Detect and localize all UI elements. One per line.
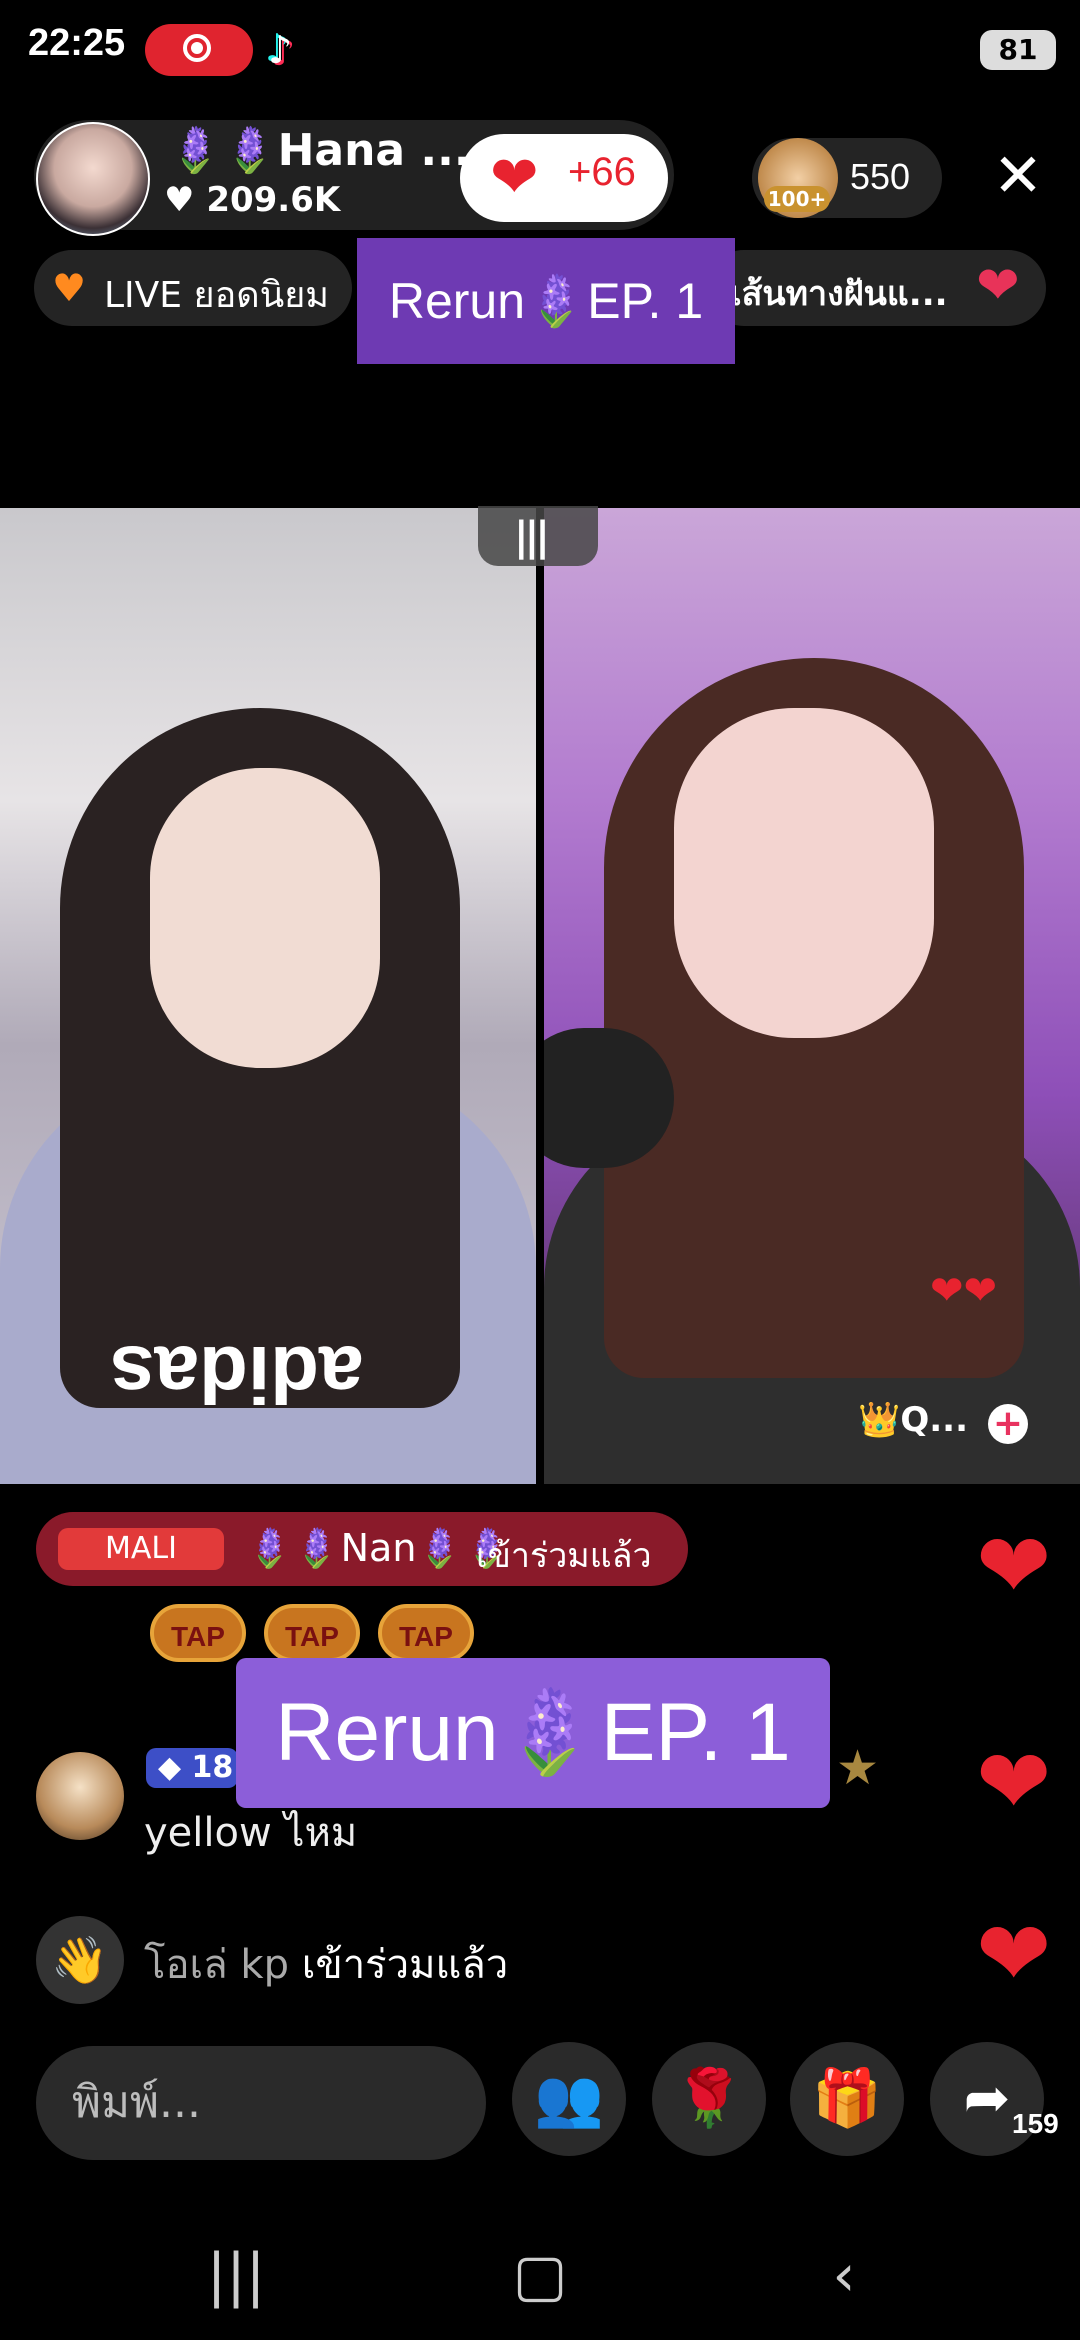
join-name[interactable]: 🪻🪻Nan🪻🪻	[246, 1526, 511, 1571]
follow-add-icon[interactable]: +	[988, 1404, 1028, 1444]
heart-icon: ❤	[490, 143, 539, 211]
rose-icon[interactable]: 🌹	[652, 2042, 766, 2156]
guest-video[interactable]	[544, 508, 1080, 1484]
close-icon[interactable]: ✕	[988, 146, 1048, 206]
record-icon[interactable]	[145, 24, 253, 76]
shirt-logo: adidas	[110, 1330, 364, 1419]
host-name: 🪻🪻Hana ...	[168, 125, 471, 176]
comment-text: yellow ไหม	[144, 1810, 358, 1856]
gift-heart-icon: ❤	[976, 256, 1020, 316]
tap-badge: TAP	[150, 1604, 246, 1662]
live-ranking-pill[interactable]: ♥ LIVE ยอดนิยม	[34, 250, 352, 326]
host-avatar[interactable]	[36, 122, 150, 236]
viewer-badge: 100+	[764, 186, 830, 212]
home-button[interactable]: ▢	[490, 2240, 590, 2310]
battery-indicator: 81	[980, 30, 1056, 70]
rerun-big-label: Rerun🪻EP. 1	[275, 1687, 791, 1778]
like-button[interactable]: ❤ +66	[460, 134, 668, 222]
tap-badge: TAP	[264, 1604, 360, 1662]
live-ranking-label: LIVE ยอดนิยม	[104, 275, 330, 316]
heart-ranking-icon: ♥	[52, 266, 87, 310]
hearts-decoration: ❤❤	[930, 1268, 998, 1314]
recent-apps-button[interactable]: |||	[186, 2240, 286, 2310]
rerun-small-label: Rerun🪻EP. 1	[388, 273, 704, 329]
tap-badge: TAP	[378, 1604, 474, 1662]
star-icon: ★	[836, 1740, 880, 1796]
wave-action: เข้าร่วมแล้ว	[301, 1942, 509, 1988]
floating-heart-icon: ❤	[976, 1902, 1052, 2007]
rerun-overlay-big: Rerun🪻EP. 1	[236, 1658, 830, 1808]
route-pill[interactable]: เส้นทางฝันแ... ❤	[706, 250, 1046, 326]
wave-notice: โอเล่ kp เข้าร่วมแล้ว	[144, 1932, 508, 1996]
host-face	[150, 768, 380, 1068]
tiktok-icon: ♪	[268, 28, 293, 72]
tap-effects: TAP TAP TAP	[150, 1604, 492, 1662]
join-badge: MALI	[58, 1528, 224, 1570]
gift-icon[interactable]: 🎁	[790, 2042, 904, 2156]
host-likes: ♥ 209.6K	[164, 180, 341, 220]
join-notice: MALI 🪻🪻Nan🪻🪻 เข้าร่วมแล้ว	[36, 1512, 688, 1586]
rerun-overlay-small: Rerun🪻EP. 1	[357, 238, 735, 364]
people-icon[interactable]: 👥	[512, 2042, 626, 2156]
wave-icon[interactable]: 👋	[36, 1916, 124, 2004]
audio-level-icon[interactable]: |||	[478, 506, 598, 566]
floating-heart-icon: ❤	[976, 1730, 1052, 1835]
level-badge: ◆ 18	[146, 1748, 238, 1788]
route-label: เส้นทางฝันแ...	[730, 274, 948, 314]
floating-heart-icon: ❤	[976, 1514, 1052, 1619]
share-count: 159	[1012, 2108, 1059, 2139]
like-gain: +66	[568, 150, 636, 194]
commenter-avatar[interactable]	[36, 1752, 124, 1840]
join-action: เข้าร่วมแล้ว	[476, 1536, 652, 1576]
viewer-count: 550	[850, 156, 911, 197]
guest-face	[674, 708, 934, 1038]
back-button[interactable]: ‹	[794, 2240, 894, 2310]
guest-tag[interactable]: 👑Q...	[858, 1400, 968, 1440]
comment-input[interactable]: พิมพ์...	[36, 2046, 486, 2160]
wave-user[interactable]: โอเล่ kp	[144, 1942, 289, 1988]
level-value: 18	[191, 1750, 234, 1785]
host-video[interactable]: adidas	[0, 508, 536, 1484]
status-time: 22:25	[28, 22, 126, 64]
